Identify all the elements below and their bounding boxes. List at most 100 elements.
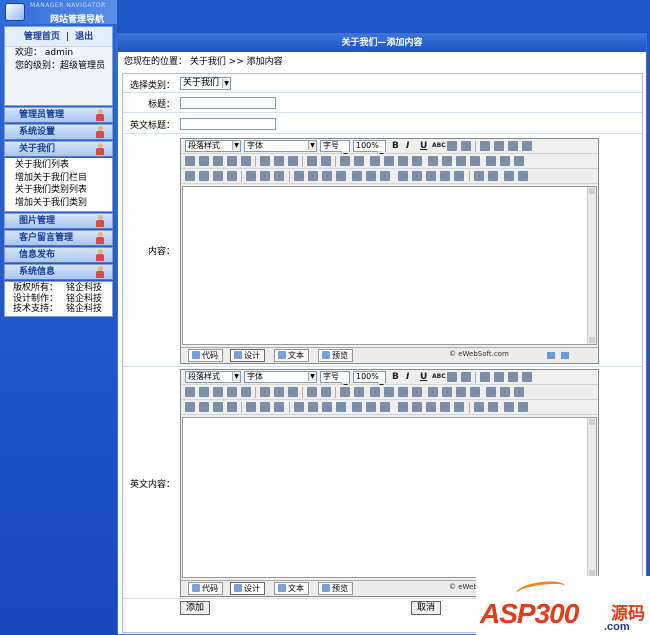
align-right-icon[interactable] bbox=[508, 141, 518, 151]
insert-input-icon[interactable] bbox=[366, 171, 376, 181]
style-select[interactable]: 段落样式 ▼ bbox=[185, 371, 241, 383]
ordered-list-icon[interactable] bbox=[370, 387, 380, 397]
insert-row-icon[interactable] bbox=[260, 171, 270, 181]
content-editor-area[interactable] bbox=[182, 186, 597, 345]
redo-icon[interactable] bbox=[321, 387, 331, 397]
insert-column-icon[interactable] bbox=[274, 402, 284, 412]
subscript-icon[interactable] bbox=[461, 372, 471, 382]
cancel-button[interactable]: 取消 bbox=[411, 601, 442, 615]
align-center-icon[interactable] bbox=[494, 372, 504, 382]
editor-scrollbar[interactable] bbox=[587, 418, 596, 577]
insert-page-icon[interactable] bbox=[294, 171, 304, 181]
superscript-icon[interactable] bbox=[447, 141, 457, 151]
insert-frame-icon[interactable] bbox=[308, 171, 318, 181]
subscript-icon[interactable] bbox=[461, 141, 471, 151]
unordered-list-icon[interactable] bbox=[384, 387, 394, 397]
background-color-icon[interactable] bbox=[456, 156, 466, 166]
align-justify-icon[interactable] bbox=[522, 372, 532, 382]
redo-icon[interactable] bbox=[321, 156, 331, 166]
align-left-icon[interactable] bbox=[480, 141, 490, 151]
remove-link-icon[interactable] bbox=[488, 171, 498, 181]
text-color-icon[interactable] bbox=[428, 156, 438, 166]
style-select[interactable]: 段落样式 ▼ bbox=[185, 140, 241, 152]
insert-select-icon[interactable] bbox=[380, 402, 390, 412]
insert-file-icon[interactable] bbox=[227, 171, 237, 181]
menu-guestbook[interactable]: 客户留言管理 bbox=[4, 230, 113, 246]
unselect-icon[interactable] bbox=[354, 156, 364, 166]
bring-forward-icon[interactable] bbox=[500, 156, 510, 166]
insert-select-icon[interactable] bbox=[380, 171, 390, 181]
bring-forward-icon[interactable] bbox=[500, 387, 510, 397]
content-en-editor-area[interactable] bbox=[182, 417, 597, 578]
insert-flash-icon[interactable] bbox=[199, 402, 209, 412]
find-icon[interactable] bbox=[260, 387, 270, 397]
insert-emoticon-icon[interactable] bbox=[412, 402, 422, 412]
marquee-icon[interactable] bbox=[336, 402, 346, 412]
title-input[interactable] bbox=[180, 97, 276, 109]
expand-icon[interactable] bbox=[547, 352, 555, 359]
copy-icon[interactable] bbox=[199, 387, 209, 397]
eraser-icon[interactable] bbox=[288, 156, 298, 166]
paste-icon[interactable] bbox=[213, 156, 223, 166]
tab-design[interactable]: 设计 bbox=[230, 582, 265, 595]
remove-link-icon[interactable] bbox=[488, 402, 498, 412]
size-select[interactable]: 字号▼ bbox=[320, 140, 350, 160]
tab-code[interactable]: 代码 bbox=[188, 349, 223, 362]
paste-icon[interactable] bbox=[213, 387, 223, 397]
insert-column-icon[interactable] bbox=[274, 171, 284, 181]
background-color-icon[interactable] bbox=[456, 387, 466, 397]
outdent-icon[interactable] bbox=[412, 387, 422, 397]
bold-button[interactable]: B bbox=[392, 140, 399, 152]
insert-frame-icon[interactable] bbox=[308, 402, 318, 412]
zoom-select[interactable]: 100%▼ bbox=[353, 371, 386, 391]
insert-link-icon[interactable] bbox=[474, 171, 484, 181]
insert-symbol-icon[interactable] bbox=[398, 402, 408, 412]
undo-icon[interactable] bbox=[307, 156, 317, 166]
absolute-position-icon[interactable] bbox=[486, 387, 496, 397]
menu-admin[interactable]: 管理员管理 bbox=[4, 107, 113, 123]
highlight-color-icon[interactable] bbox=[442, 156, 452, 166]
insert-form-icon[interactable] bbox=[352, 402, 362, 412]
editor-scrollbar[interactable] bbox=[587, 187, 596, 344]
delete-icon[interactable] bbox=[274, 387, 284, 397]
unordered-list-icon[interactable] bbox=[384, 156, 394, 166]
strike-button[interactable]: ABC bbox=[432, 371, 446, 383]
align-left-icon[interactable] bbox=[480, 372, 490, 382]
format-brush-icon[interactable] bbox=[470, 387, 480, 397]
eraser-icon[interactable] bbox=[288, 387, 298, 397]
send-backward-icon[interactable] bbox=[514, 156, 524, 166]
zoom-select[interactable]: 100%▼ bbox=[353, 140, 386, 160]
paste-text-icon[interactable] bbox=[227, 156, 237, 166]
insert-emoticon-icon[interactable] bbox=[412, 171, 422, 181]
tab-preview[interactable]: 预览 bbox=[318, 582, 353, 595]
insert-row-icon[interactable] bbox=[260, 402, 270, 412]
category-select[interactable]: 关于我们 ▼ bbox=[180, 77, 232, 90]
home-link[interactable]: 管理首页 bbox=[24, 32, 60, 42]
menu-item-about-list[interactable]: 关于我们列表 bbox=[5, 159, 112, 172]
insert-time-icon[interactable] bbox=[440, 402, 450, 412]
italic-button[interactable]: I bbox=[406, 371, 409, 383]
ordered-list-icon[interactable] bbox=[370, 156, 380, 166]
help-icon[interactable] bbox=[504, 171, 514, 181]
undo-icon[interactable] bbox=[307, 387, 317, 397]
insert-time-icon[interactable] bbox=[440, 171, 450, 181]
delete-icon[interactable] bbox=[274, 156, 284, 166]
format-brush-icon[interactable] bbox=[470, 156, 480, 166]
insert-page-icon[interactable] bbox=[294, 402, 304, 412]
tab-preview[interactable]: 预览 bbox=[318, 349, 353, 362]
help-icon[interactable] bbox=[504, 402, 514, 412]
menu-item-add-about-column[interactable]: 增加关于我们栏目 bbox=[5, 172, 112, 185]
info-icon[interactable] bbox=[518, 171, 528, 181]
find-icon[interactable] bbox=[260, 156, 270, 166]
select-all-icon[interactable] bbox=[340, 387, 350, 397]
cut-icon[interactable] bbox=[185, 156, 195, 166]
insert-media-icon[interactable] bbox=[213, 171, 223, 181]
insert-table-icon[interactable] bbox=[246, 171, 256, 181]
insert-remote-icon[interactable] bbox=[454, 402, 464, 412]
underline-button[interactable]: U bbox=[420, 371, 427, 383]
horizontal-rule-icon[interactable] bbox=[322, 171, 332, 181]
font-select[interactable]: 字体 ▼ bbox=[244, 140, 317, 152]
paste-word-icon[interactable] bbox=[241, 387, 251, 397]
title-en-input[interactable] bbox=[180, 118, 276, 130]
send-backward-icon[interactable] bbox=[514, 387, 524, 397]
